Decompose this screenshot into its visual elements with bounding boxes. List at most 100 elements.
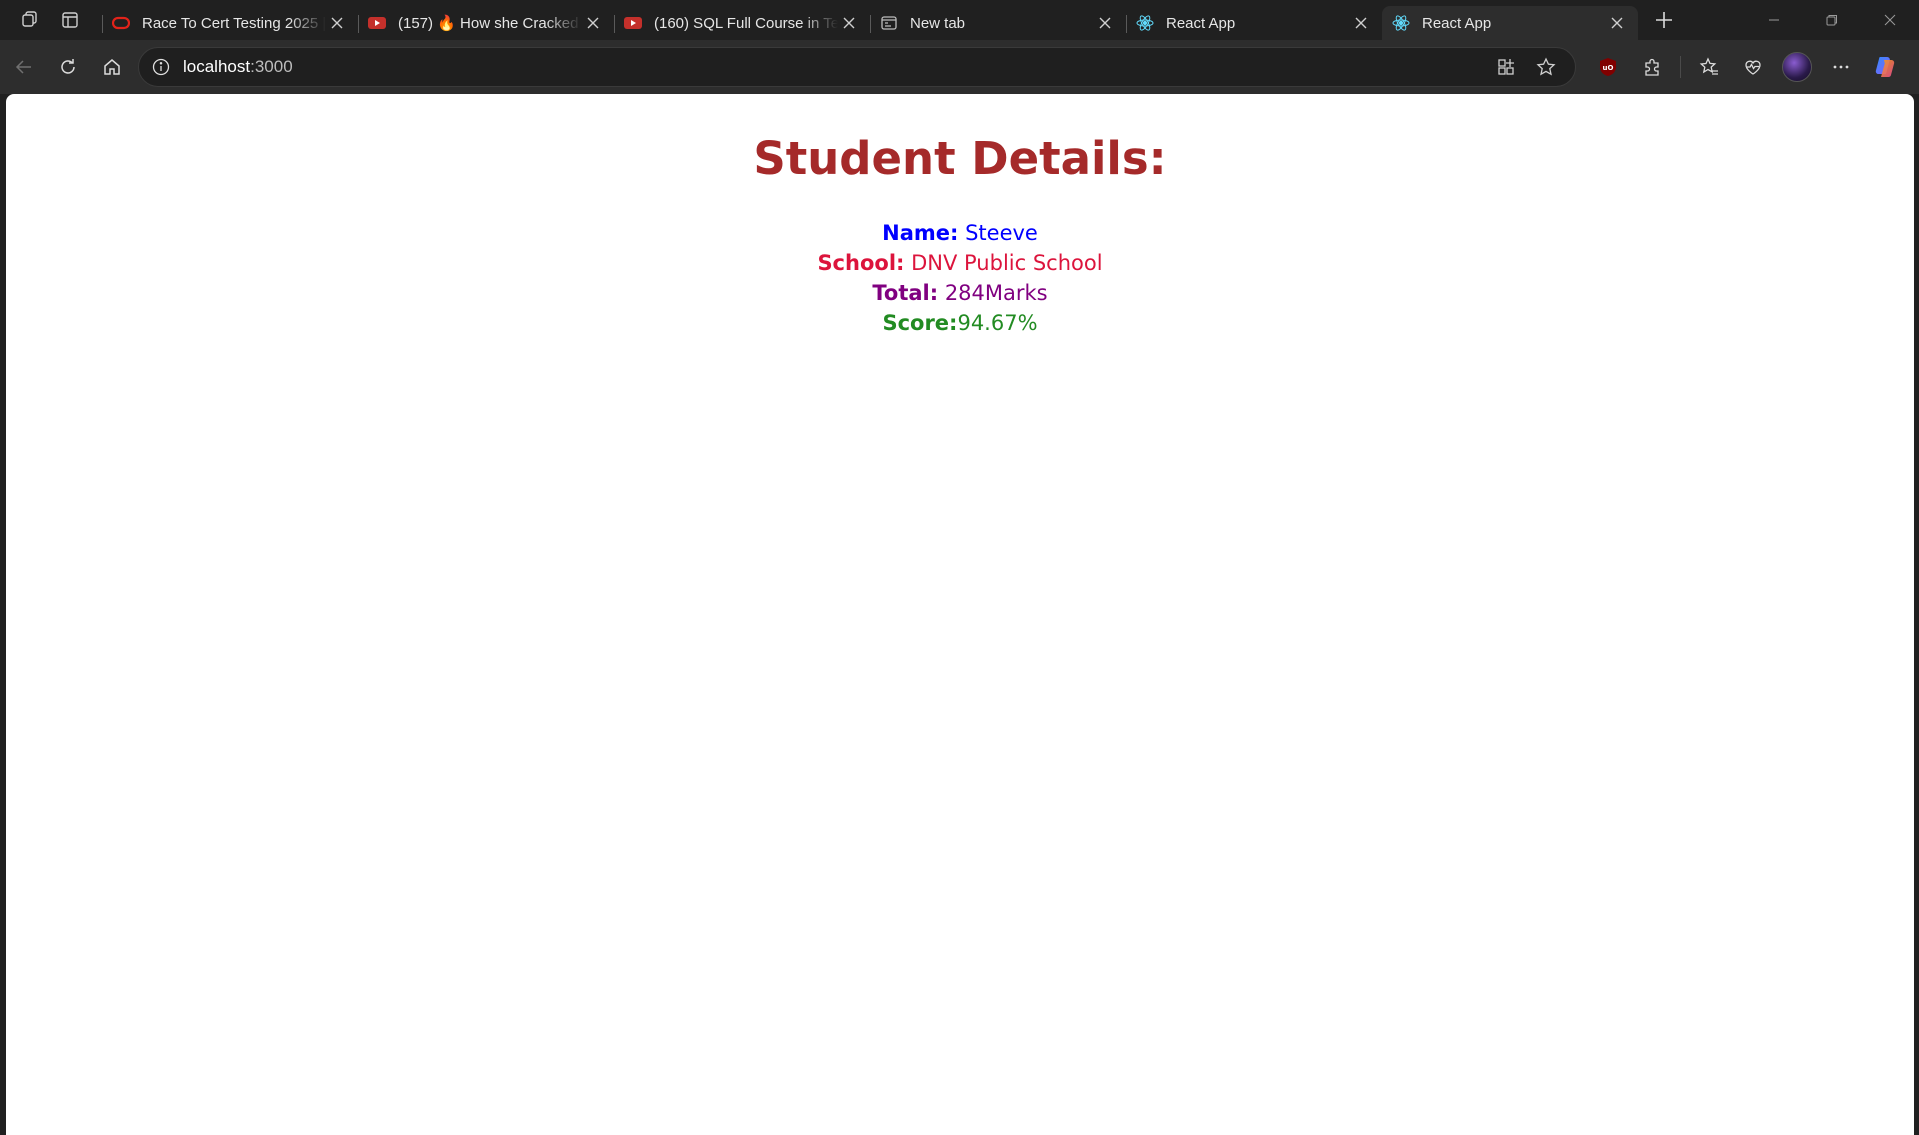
more-horizontal-icon: [1833, 65, 1849, 69]
restore-icon: [1826, 15, 1837, 26]
close-tab-button[interactable]: [1094, 12, 1116, 34]
tab-react-app-1[interactable]: React App: [1126, 6, 1382, 40]
star-icon: [1536, 57, 1556, 76]
student-total-row: Total: 284Marks: [6, 278, 1914, 308]
newtab-icon: [880, 14, 898, 32]
close-icon: [1355, 17, 1367, 29]
address-bar[interactable]: localhost:3000: [138, 47, 1576, 87]
page-title: Student Details:: [753, 132, 1167, 185]
browser-toolbar: localhost:3000 uO: [0, 40, 1919, 94]
ublock-shield-icon: uO: [1600, 58, 1616, 76]
react-icon: [1392, 14, 1410, 32]
minimize-button[interactable]: [1745, 0, 1803, 40]
close-tab-button[interactable]: [326, 12, 348, 34]
oracle-icon: [112, 14, 130, 32]
ublock-extension-button[interactable]: uO: [1588, 47, 1628, 87]
arrow-left-icon: [15, 60, 31, 74]
score-label: Score:: [882, 311, 958, 335]
close-tab-button[interactable]: [1350, 12, 1372, 34]
toolbar-divider: [1680, 56, 1681, 78]
address-bar-actions: [1487, 50, 1565, 84]
vertical-tabs-button[interactable]: [52, 4, 88, 36]
refresh-icon: [61, 59, 75, 74]
close-tab-button[interactable]: [582, 12, 604, 34]
copilot-button[interactable]: [1865, 47, 1905, 87]
react-icon: [1136, 14, 1154, 32]
youtube-icon: [368, 14, 386, 32]
plus-icon: [1656, 12, 1672, 28]
close-icon: [1099, 17, 1111, 29]
browser-essentials-button[interactable]: [1733, 47, 1773, 87]
info-icon[interactable]: [149, 55, 173, 79]
tab-how-she-cracked[interactable]: (157) 🔥 How she Cracked: [358, 6, 614, 40]
sidebar-panel-icon: [62, 12, 78, 28]
app-available-button[interactable]: [1487, 50, 1525, 84]
school-label: School:: [817, 251, 905, 275]
tab-race-to-cert[interactable]: Race To Cert Testing 2025 |: [102, 6, 358, 40]
tab-title: React App: [1166, 14, 1236, 32]
puzzle-icon: [1645, 58, 1659, 76]
favorite-star-button[interactable]: [1527, 50, 1565, 84]
tab-separator: [102, 15, 103, 33]
score-value: 94.67%: [957, 311, 1038, 335]
total-value: 284Marks: [938, 281, 1048, 305]
home-icon: [104, 59, 120, 75]
tab-react-app-active[interactable]: React App: [1382, 6, 1638, 40]
toolbar-extensions: uO: [1588, 47, 1905, 87]
settings-more-button[interactable]: [1821, 47, 1861, 87]
close-tab-button[interactable]: [1606, 12, 1628, 34]
svg-text:uO: uO: [1603, 64, 1614, 72]
tab-title: New tab: [910, 14, 966, 32]
page-viewport: Student Details: Name: Steeve School: DN…: [6, 94, 1914, 1135]
favorites-list-icon: [1699, 57, 1718, 75]
tab-separator: [870, 15, 871, 33]
url-text[interactable]: localhost:3000: [183, 57, 1487, 77]
tab-title: Race To Cert Testing 2025 |: [142, 14, 326, 32]
home-button[interactable]: [92, 47, 132, 87]
avatar: [1782, 52, 1812, 82]
close-icon: [331, 17, 343, 29]
new-tab-button[interactable]: [1646, 4, 1682, 36]
restore-button[interactable]: [1803, 0, 1861, 40]
navigation-buttons: [4, 47, 132, 87]
student-name-row: Name: Steeve: [6, 218, 1914, 248]
tab-separator: [358, 15, 359, 33]
school-value: DNV Public School: [904, 251, 1103, 275]
tab-title: (157) 🔥 How she Cracked: [398, 15, 579, 32]
extensions-button[interactable]: [1632, 47, 1672, 87]
student-school-row: School: DNV Public School: [6, 248, 1914, 278]
name-value: Steeve: [958, 221, 1038, 245]
close-icon: [587, 17, 599, 29]
tab-new-tab[interactable]: New tab: [870, 6, 1126, 40]
close-window-button[interactable]: [1861, 0, 1919, 40]
window-controls: [1745, 0, 1919, 40]
tab-title: (160) SQL Full Course in Tel: [654, 14, 838, 32]
url-host: localhost: [183, 57, 251, 76]
name-label: Name:: [882, 221, 959, 245]
favorites-button[interactable]: [1689, 47, 1729, 87]
student-score-row: Score:94.67%: [6, 308, 1914, 338]
apps-icon: [1498, 59, 1514, 75]
tab-separator: [614, 15, 615, 33]
close-icon: [1611, 17, 1623, 29]
back-button[interactable]: [4, 47, 44, 87]
url-port: :3000: [250, 57, 293, 76]
student-details: Name: Steeve School: DNV Public School T…: [6, 218, 1914, 338]
close-tab-button[interactable]: [838, 12, 860, 34]
workspaces-button[interactable]: [12, 4, 48, 36]
heart-pulse-icon: [1745, 60, 1761, 75]
copilot-icon: [1875, 57, 1895, 77]
tab-strip: Race To Cert Testing 2025 | (157) 🔥 How …: [0, 0, 1919, 40]
minimize-icon: [1769, 19, 1779, 21]
refresh-button[interactable]: [48, 47, 88, 87]
tab-separator: [1126, 15, 1127, 33]
workspaces-icon: [22, 11, 37, 27]
close-icon: [843, 17, 855, 29]
total-label: Total:: [872, 281, 939, 305]
profile-button[interactable]: [1777, 47, 1817, 87]
tab-title: React App: [1422, 14, 1492, 32]
close-icon: [1884, 14, 1896, 26]
tab-list: Race To Cert Testing 2025 | (157) 🔥 How …: [102, 0, 1638, 40]
youtube-icon: [624, 14, 642, 32]
tab-sql-course[interactable]: (160) SQL Full Course in Tel: [614, 6, 870, 40]
